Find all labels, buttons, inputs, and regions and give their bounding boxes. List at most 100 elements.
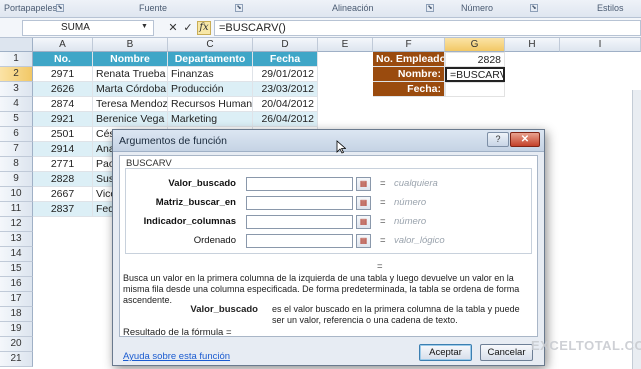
column-header-f[interactable]: F [373,38,445,52]
row-header-1[interactable]: 1 [0,52,33,67]
row-header-17[interactable]: 17 [0,292,33,307]
row-header-10[interactable]: 10 [0,187,33,202]
dialog-titlebar[interactable]: Argumentos de función ? ✕ [113,130,544,152]
argument-type-hint: número [394,197,427,208]
row-header-18[interactable]: 18 [0,307,33,322]
argument-type-hint: cualquiera [394,178,438,189]
alineacion-launcher-icon[interactable]: ⬊ [426,4,434,12]
ribbon-group-alineacion: Alineación [332,3,374,13]
table-cell[interactable]: 2971 [33,67,93,82]
table-cell[interactable]: 2501 [33,127,93,142]
cancel-button[interactable]: Cancelar [480,344,533,361]
insert-function-icon[interactable]: fx [197,21,211,35]
column-header-g[interactable]: G [445,38,505,52]
table-cell[interactable]: 2914 [33,142,93,157]
select-all-corner[interactable] [0,38,33,52]
range-select-icon[interactable]: ▦ [356,177,371,191]
help-link[interactable]: Ayuda sobre esta función [123,351,230,362]
table-cell[interactable]: 2667 [33,187,93,202]
column-header-i[interactable]: I [560,38,641,52]
numero-launcher-icon[interactable]: ⬊ [530,4,538,12]
row-header-5[interactable]: 5 [0,112,33,127]
argument-equals: = [380,235,386,246]
table-cell[interactable]: 2626 [33,82,93,97]
employee-label-cell[interactable]: No. Empleado: [373,52,445,67]
watermark: EXCELTOTAL.COM [531,338,641,353]
argument-input[interactable] [246,177,353,191]
row-header-11[interactable]: 11 [0,202,33,217]
formula-result: Resultado de la fórmula = [123,327,232,338]
column-header-h[interactable]: H [505,38,560,52]
portapapeles-launcher-icon[interactable]: ⬊ [56,4,64,12]
table-header-cell[interactable]: Fecha [253,52,318,67]
name-box[interactable]: SUMA [22,20,154,36]
ok-button[interactable]: Aceptar [419,344,472,361]
ribbon-group-portapapeles: Portapapeles [4,3,58,13]
table-cell[interactable]: 29/01/2012 [253,67,318,82]
argument-label: Valor_buscado [168,178,236,189]
table-header-cell[interactable]: Nombre [93,52,168,67]
row-header-7[interactable]: 7 [0,142,33,157]
row-header-14[interactable]: 14 [0,247,33,262]
table-cell[interactable]: 23/03/2012 [253,82,318,97]
table-cell[interactable]: Finanzas [168,67,253,82]
table-cell[interactable]: Producción [168,82,253,97]
column-header-e[interactable]: E [318,38,373,52]
table-cell[interactable]: Renata Trueba [93,67,168,82]
row-header-6[interactable]: 6 [0,127,33,142]
table-cell[interactable]: Marketing [168,112,253,127]
table-header-cell[interactable]: No. [33,52,93,67]
argument-input[interactable] [246,215,353,229]
name-box-dropdown-icon[interactable]: ▼ [141,23,148,30]
date-value-cell[interactable] [445,82,505,97]
column-header-b[interactable]: B [93,38,168,52]
ribbon-group-numero: Número [461,3,494,13]
row-header-13[interactable]: 13 [0,232,33,247]
argument-label: Ordenado [193,235,236,246]
table-cell[interactable]: 2771 [33,157,93,172]
table-cell[interactable]: 2837 [33,202,93,217]
argument-input[interactable] [246,234,353,248]
result-equals: = [377,261,383,272]
column-header-a[interactable]: A [33,38,93,52]
range-select-icon[interactable]: ▦ [356,215,371,229]
row-header-3[interactable]: 3 [0,82,33,97]
row-header-16[interactable]: 16 [0,277,33,292]
employee-value-cell[interactable]: 2828 [445,52,505,67]
name-value-cell[interactable]: =BUSCARV() [445,67,505,82]
cancel-icon[interactable]: ✕ [166,21,180,35]
row-header-4[interactable]: 4 [0,97,33,112]
close-icon[interactable]: ✕ [510,132,540,147]
row-header-20[interactable]: 20 [0,337,33,352]
formula-input[interactable]: =BUSCARV() [214,20,641,36]
row-header-15[interactable]: 15 [0,262,33,277]
row-header-12[interactable]: 12 [0,217,33,232]
row-header-2[interactable]: 2 [0,67,33,82]
column-header-d[interactable]: D [253,38,318,52]
row-header-21[interactable]: 21 [0,352,33,367]
name-label-cell[interactable]: Nombre: [373,67,445,82]
table-cell[interactable]: 2874 [33,97,93,112]
argument-input[interactable] [246,196,353,210]
row-header-8[interactable]: 8 [0,157,33,172]
help-icon[interactable]: ? [487,132,509,147]
table-cell[interactable]: 2828 [33,172,93,187]
row-header-9[interactable]: 9 [0,172,33,187]
enter-icon[interactable]: ✓ [181,21,195,35]
range-select-icon[interactable]: ▦ [356,196,371,210]
row-header-19[interactable]: 19 [0,322,33,337]
column-header-c[interactable]: C [168,38,253,52]
table-cell[interactable]: 2921 [33,112,93,127]
vertical-scrollbar[interactable] [632,90,641,369]
fuente-launcher-icon[interactable]: ⬊ [235,4,243,12]
table-cell[interactable]: Teresa Mendoza [93,97,168,112]
table-header-cell[interactable]: Departamento [168,52,253,67]
range-select-icon[interactable]: ▦ [356,234,371,248]
table-cell[interactable]: 20/04/2012 [253,97,318,112]
date-label-cell[interactable]: Fecha: [373,82,445,97]
table-cell[interactable]: 26/04/2012 [253,112,318,127]
table-cell[interactable]: Berenice Vega [93,112,168,127]
dialog-title: Argumentos de función [119,135,227,147]
table-cell[interactable]: Marta Córdoba [93,82,168,97]
table-cell[interactable]: Recursos Humanos [168,97,253,112]
